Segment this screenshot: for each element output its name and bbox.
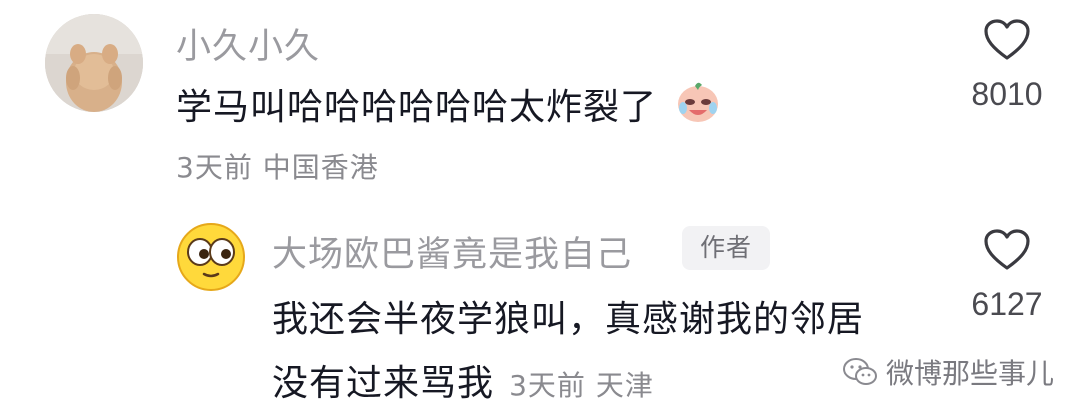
watermark: 微博那些事儿 [842, 354, 1054, 390]
like-button[interactable]: 8010 [952, 18, 1062, 113]
author-badge: 作者 [682, 226, 770, 270]
heart-icon[interactable] [983, 228, 1031, 272]
reply-text-line2-row: 没有过来骂我 3天前 天津 [272, 354, 654, 406]
heart-icon[interactable] [983, 18, 1031, 62]
avatar[interactable] [176, 222, 246, 292]
googly-eyes-emoji-icon [177, 223, 245, 291]
avatar[interactable] [45, 14, 143, 112]
reply-text-line1: 我还会半夜学狼叫，真感谢我的邻居 [272, 299, 865, 340]
comment-username[interactable]: 小久小久 [176, 18, 320, 69]
like-count: 6127 [971, 286, 1043, 322]
like-count: 8010 [971, 76, 1043, 112]
watermark-text: 微博那些事儿 [886, 357, 1055, 390]
comment-text: 学马叫哈哈哈哈哈哈太炸裂了 [176, 78, 721, 137]
bear-avatar-icon [45, 14, 143, 112]
crying-laugh-emoji-icon [675, 78, 721, 133]
comment-meta: 3天前 中国香港 [176, 151, 379, 184]
reply-text-line2: 没有过来骂我 [272, 363, 495, 404]
comment-text-content: 学马叫哈哈哈哈哈哈太炸裂了 [176, 87, 658, 128]
reply-meta: 3天前 天津 [509, 369, 654, 402]
wechat-icon [843, 358, 877, 385]
like-button[interactable]: 6127 [952, 228, 1062, 323]
reply-username[interactable]: 大场欧巴酱竟是我自己 [272, 226, 632, 277]
